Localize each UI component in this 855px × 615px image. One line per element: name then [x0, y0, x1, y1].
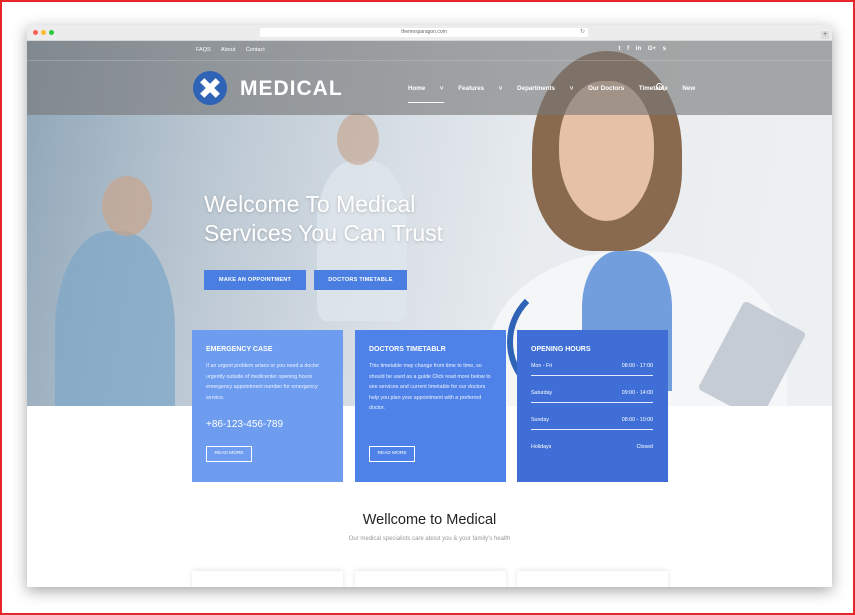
hero-headline-line2: Services You Can Trust [204, 220, 444, 246]
minimize-window-button[interactable] [41, 30, 46, 35]
address-bar[interactable]: themesparagon.com ↻ [260, 28, 588, 37]
hours-time: 09:00 - 14:00 [621, 390, 653, 396]
hours-day: Saturday [531, 390, 553, 396]
logo-icon[interactable] [193, 71, 227, 105]
facebook-icon[interactable]: f [627, 46, 629, 52]
twitter-icon[interactable]: t [618, 46, 620, 52]
nav-item-departments-label: Departments [517, 85, 555, 92]
close-window-button[interactable] [33, 30, 38, 35]
address-bar-text: themesparagon.com [401, 29, 447, 35]
service-card[interactable] [355, 571, 506, 587]
hours-row: Mon - Fri 08:00 - 17:00 [531, 363, 653, 376]
google-plus-icon[interactable]: G+ [648, 46, 656, 52]
hours-row: Sunday 08:00 - 10:00 [531, 417, 653, 430]
emergency-card: EMERGENCY CASE If an urgent problem aris… [192, 330, 343, 482]
nav-item-our-doctors[interactable]: Our Doctors [588, 85, 624, 92]
service-card[interactable] [517, 571, 668, 587]
service-card[interactable] [192, 571, 343, 587]
site-logo-text[interactable]: MEDICAL [240, 77, 343, 101]
emergency-card-title: EMERGENCY CASE [206, 346, 273, 353]
search-icon[interactable] [656, 83, 663, 90]
browser-chrome: themesparagon.com ↻ + [27, 25, 832, 41]
emergency-phone[interactable]: +86-123-456-789 [206, 419, 283, 430]
hero-image-nurse-head [102, 176, 152, 236]
screenshot-frame: themesparagon.com ↻ + Welcome To Medical… [0, 0, 855, 615]
make-appointment-button[interactable]: MAKE AN OPPOINTMENT [204, 270, 306, 290]
hours-day: Sunday [531, 417, 549, 423]
hours-time: 08:00 - 17:00 [621, 363, 653, 369]
welcome-subtitle: Our medical specialists care about you &… [348, 536, 511, 542]
welcome-title: Wellcome to Medical [362, 512, 497, 528]
top-link-contact[interactable]: Contact [246, 47, 265, 53]
hours-day: Holidays [531, 444, 552, 450]
browser-window: themesparagon.com ↻ + Welcome To Medical… [27, 25, 832, 587]
linkedin-icon[interactable]: in [636, 46, 641, 52]
opening-hours-title: OPENING HOURS [531, 346, 591, 353]
header-divider [27, 60, 832, 61]
hero-headline: Welcome To Medical Services You Can Trus… [204, 190, 534, 248]
nav-item-new[interactable]: New [682, 85, 695, 92]
timetable-card-title: DOCTORS TIMETABLR [369, 346, 446, 353]
timetable-read-more-button[interactable]: READ MORE [369, 446, 415, 462]
opening-hours-card: OPENING HOURS Mon - Fri 08:00 - 17:00 Sa… [517, 330, 668, 482]
nav-item-home[interactable]: Home ˅ [408, 85, 444, 103]
hero-headline-line1: Welcome To Medical [204, 191, 416, 217]
top-link-about[interactable]: About [221, 47, 235, 53]
timetable-card-text: This timetable may change from time to t… [369, 363, 491, 411]
hours-row: Saturday 09:00 - 14:00 [531, 390, 653, 403]
nav-item-features-label: Features [458, 85, 485, 92]
reload-icon[interactable]: ↻ [580, 28, 585, 37]
nav-item-features[interactable]: Features ˅ [458, 85, 502, 92]
top-link-faqs[interactable]: FAQS [196, 47, 211, 53]
skype-icon[interactable]: s [663, 46, 666, 52]
hours-time: Closed [636, 444, 654, 450]
emergency-card-text: If an urgent problem arises or you need … [206, 363, 320, 401]
hero-image-nurse [55, 231, 175, 406]
top-links: FAQS About Contact [196, 47, 274, 53]
hours-row: Holidays Closed [531, 444, 653, 456]
emergency-read-more-button[interactable]: READ MORE [206, 446, 252, 462]
social-links: t f in G+ s [613, 46, 666, 52]
doctors-timetable-button[interactable]: DOCTORS TIMETABLE [314, 270, 407, 290]
nav-item-home-label: Home [408, 85, 426, 92]
site-header: FAQS About Contact t f in G+ s MEDICAL H… [27, 41, 832, 115]
hours-time: 08:00 - 10:00 [621, 417, 653, 423]
nav-item-departments[interactable]: Departments ˅ [517, 85, 573, 92]
new-tab-icon[interactable]: + [821, 31, 829, 39]
hero-image-doctor-head [337, 113, 379, 165]
maximize-window-button[interactable] [49, 30, 54, 35]
timetable-card: DOCTORS TIMETABLR This timetable may cha… [355, 330, 506, 482]
hours-day: Mon - Fri [531, 363, 553, 369]
